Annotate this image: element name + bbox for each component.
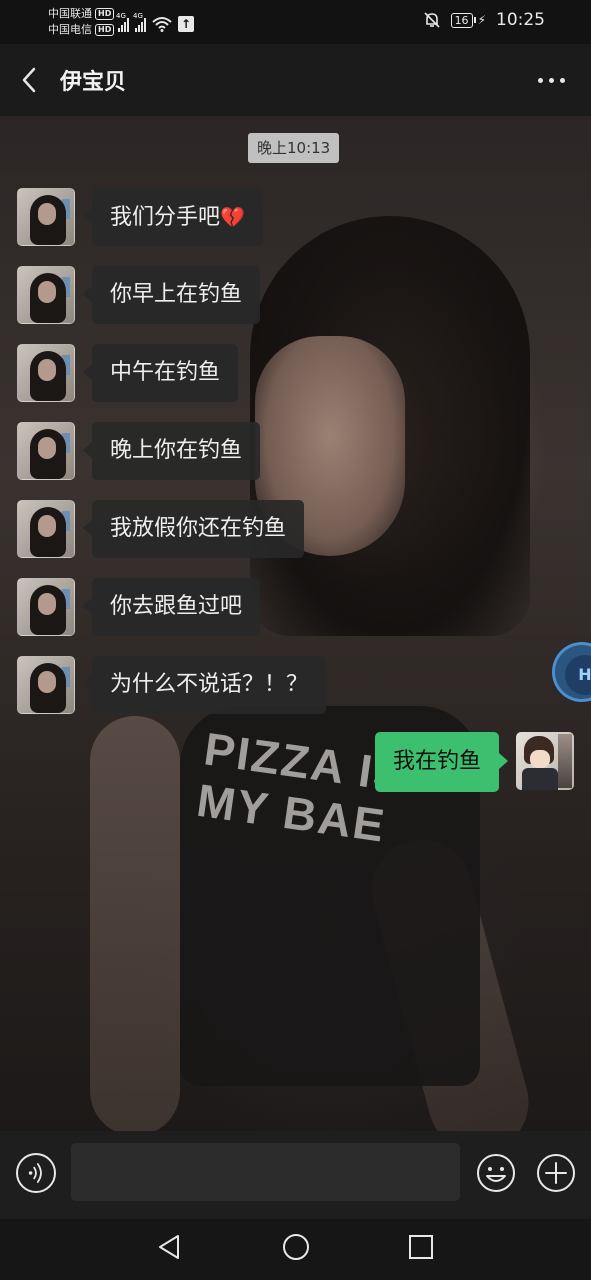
signal-icon: 4G bbox=[133, 12, 146, 32]
network-type: 4G bbox=[133, 12, 143, 20]
message-bubble[interactable]: 你去跟鱼过吧 bbox=[82, 578, 261, 636]
input-bar bbox=[0, 1131, 591, 1219]
contact-avatar[interactable] bbox=[17, 656, 75, 714]
more-icon[interactable] bbox=[538, 78, 565, 83]
network-type: 4G bbox=[116, 12, 126, 20]
battery-level: 16 bbox=[450, 12, 473, 28]
timestamp-chip: 晚上10:13 bbox=[248, 133, 340, 163]
message-input[interactable] bbox=[71, 1143, 460, 1201]
hd-badge: HD bbox=[95, 8, 115, 20]
contact-avatar[interactable] bbox=[17, 422, 75, 480]
plus-icon[interactable] bbox=[536, 1153, 576, 1193]
message-bubble-sent[interactable]: 我在钓鱼 bbox=[374, 732, 509, 792]
message-row: 我放假你还在钓鱼 bbox=[17, 500, 305, 558]
message-text: 为什么不说话？！？ bbox=[110, 672, 309, 697]
signal-icon: 4G bbox=[116, 12, 129, 32]
message-row: 你去跟鱼过吧 bbox=[17, 578, 261, 636]
my-avatar[interactable] bbox=[516, 732, 574, 790]
message-bubble[interactable]: 中午在钓鱼 bbox=[82, 344, 239, 402]
contact-avatar[interactable] bbox=[17, 344, 75, 402]
message-bubble[interactable]: 你早上在钓鱼 bbox=[82, 266, 261, 324]
voice-icon[interactable] bbox=[16, 1153, 56, 1193]
status-bar: 中国联通 HD 中国电信 HD 4G 4G ↑ 16 ⚡ 10:25 bbox=[0, 0, 591, 44]
message-bubble[interactable]: 晚上你在钓鱼 bbox=[82, 422, 261, 480]
message-text: 晚上你在钓鱼 bbox=[110, 438, 243, 463]
background-photo-arm bbox=[90, 716, 180, 1131]
battery-icon: 16 ⚡ bbox=[450, 12, 486, 28]
message-text: 你去跟鱼过吧 bbox=[110, 594, 243, 619]
network-indicators: 4G 4G ↑ bbox=[116, 10, 194, 32]
message-bubble[interactable]: 为什么不说话？！？ bbox=[82, 656, 327, 714]
carrier-info: 中国联通 HD 中国电信 HD bbox=[48, 6, 115, 38]
contact-avatar[interactable] bbox=[17, 188, 75, 246]
wifi-icon bbox=[152, 17, 172, 32]
message-row: 为什么不说话？！？ bbox=[17, 656, 327, 714]
message-row: 中午在钓鱼 bbox=[17, 344, 239, 402]
chat-area[interactable]: PIZZA IS MY BAE 晚上10:13 我们分手吧💔 你早上在钓鱼 中午… bbox=[0, 116, 591, 1131]
floating-button-label: H bbox=[565, 655, 591, 695]
message-row: 晚上你在钓鱼 bbox=[17, 422, 261, 480]
mute-bell-icon bbox=[423, 12, 440, 28]
message-row-sent: 我在钓鱼 bbox=[374, 732, 574, 792]
charging-icon: ⚡ bbox=[477, 13, 486, 27]
emoji-icon[interactable] bbox=[476, 1153, 516, 1193]
chevron-left-icon[interactable] bbox=[18, 66, 42, 94]
message-bubble[interactable]: 我放假你还在钓鱼 bbox=[82, 500, 305, 558]
clock: 10:25 bbox=[496, 10, 545, 30]
message-row: 你早上在钓鱼 bbox=[17, 266, 261, 324]
system-nav-bar bbox=[0, 1219, 591, 1280]
floating-assistant-button[interactable]: H bbox=[552, 642, 591, 702]
chat-title: 伊宝贝 bbox=[60, 70, 127, 95]
broken-heart-emoji: 💔 bbox=[220, 205, 245, 229]
triangle-back-icon[interactable] bbox=[156, 1233, 182, 1261]
message-row: 我们分手吧💔 bbox=[17, 188, 263, 246]
contact-avatar[interactable] bbox=[17, 266, 75, 324]
circle-home-icon[interactable] bbox=[282, 1233, 310, 1261]
carrier-2: 中国电信 bbox=[48, 23, 92, 36]
chat-header: 伊宝贝 bbox=[0, 44, 591, 116]
hd-badge: HD bbox=[95, 24, 115, 36]
contact-avatar[interactable] bbox=[17, 578, 75, 636]
carrier-1: 中国联通 bbox=[48, 7, 92, 20]
message-text: 我放假你还在钓鱼 bbox=[110, 516, 287, 541]
message-bubble[interactable]: 我们分手吧💔 bbox=[83, 188, 263, 246]
message-text: 中午在钓鱼 bbox=[110, 360, 221, 385]
status-right: 16 ⚡ 10:25 bbox=[423, 10, 545, 30]
contact-avatar[interactable] bbox=[17, 500, 75, 558]
message-text: 我们分手吧 bbox=[110, 205, 221, 230]
square-recent-icon[interactable] bbox=[408, 1234, 434, 1260]
upload-icon: ↑ bbox=[178, 16, 194, 32]
message-text: 我在钓鱼 bbox=[392, 749, 481, 774]
message-text: 你早上在钓鱼 bbox=[110, 282, 243, 307]
